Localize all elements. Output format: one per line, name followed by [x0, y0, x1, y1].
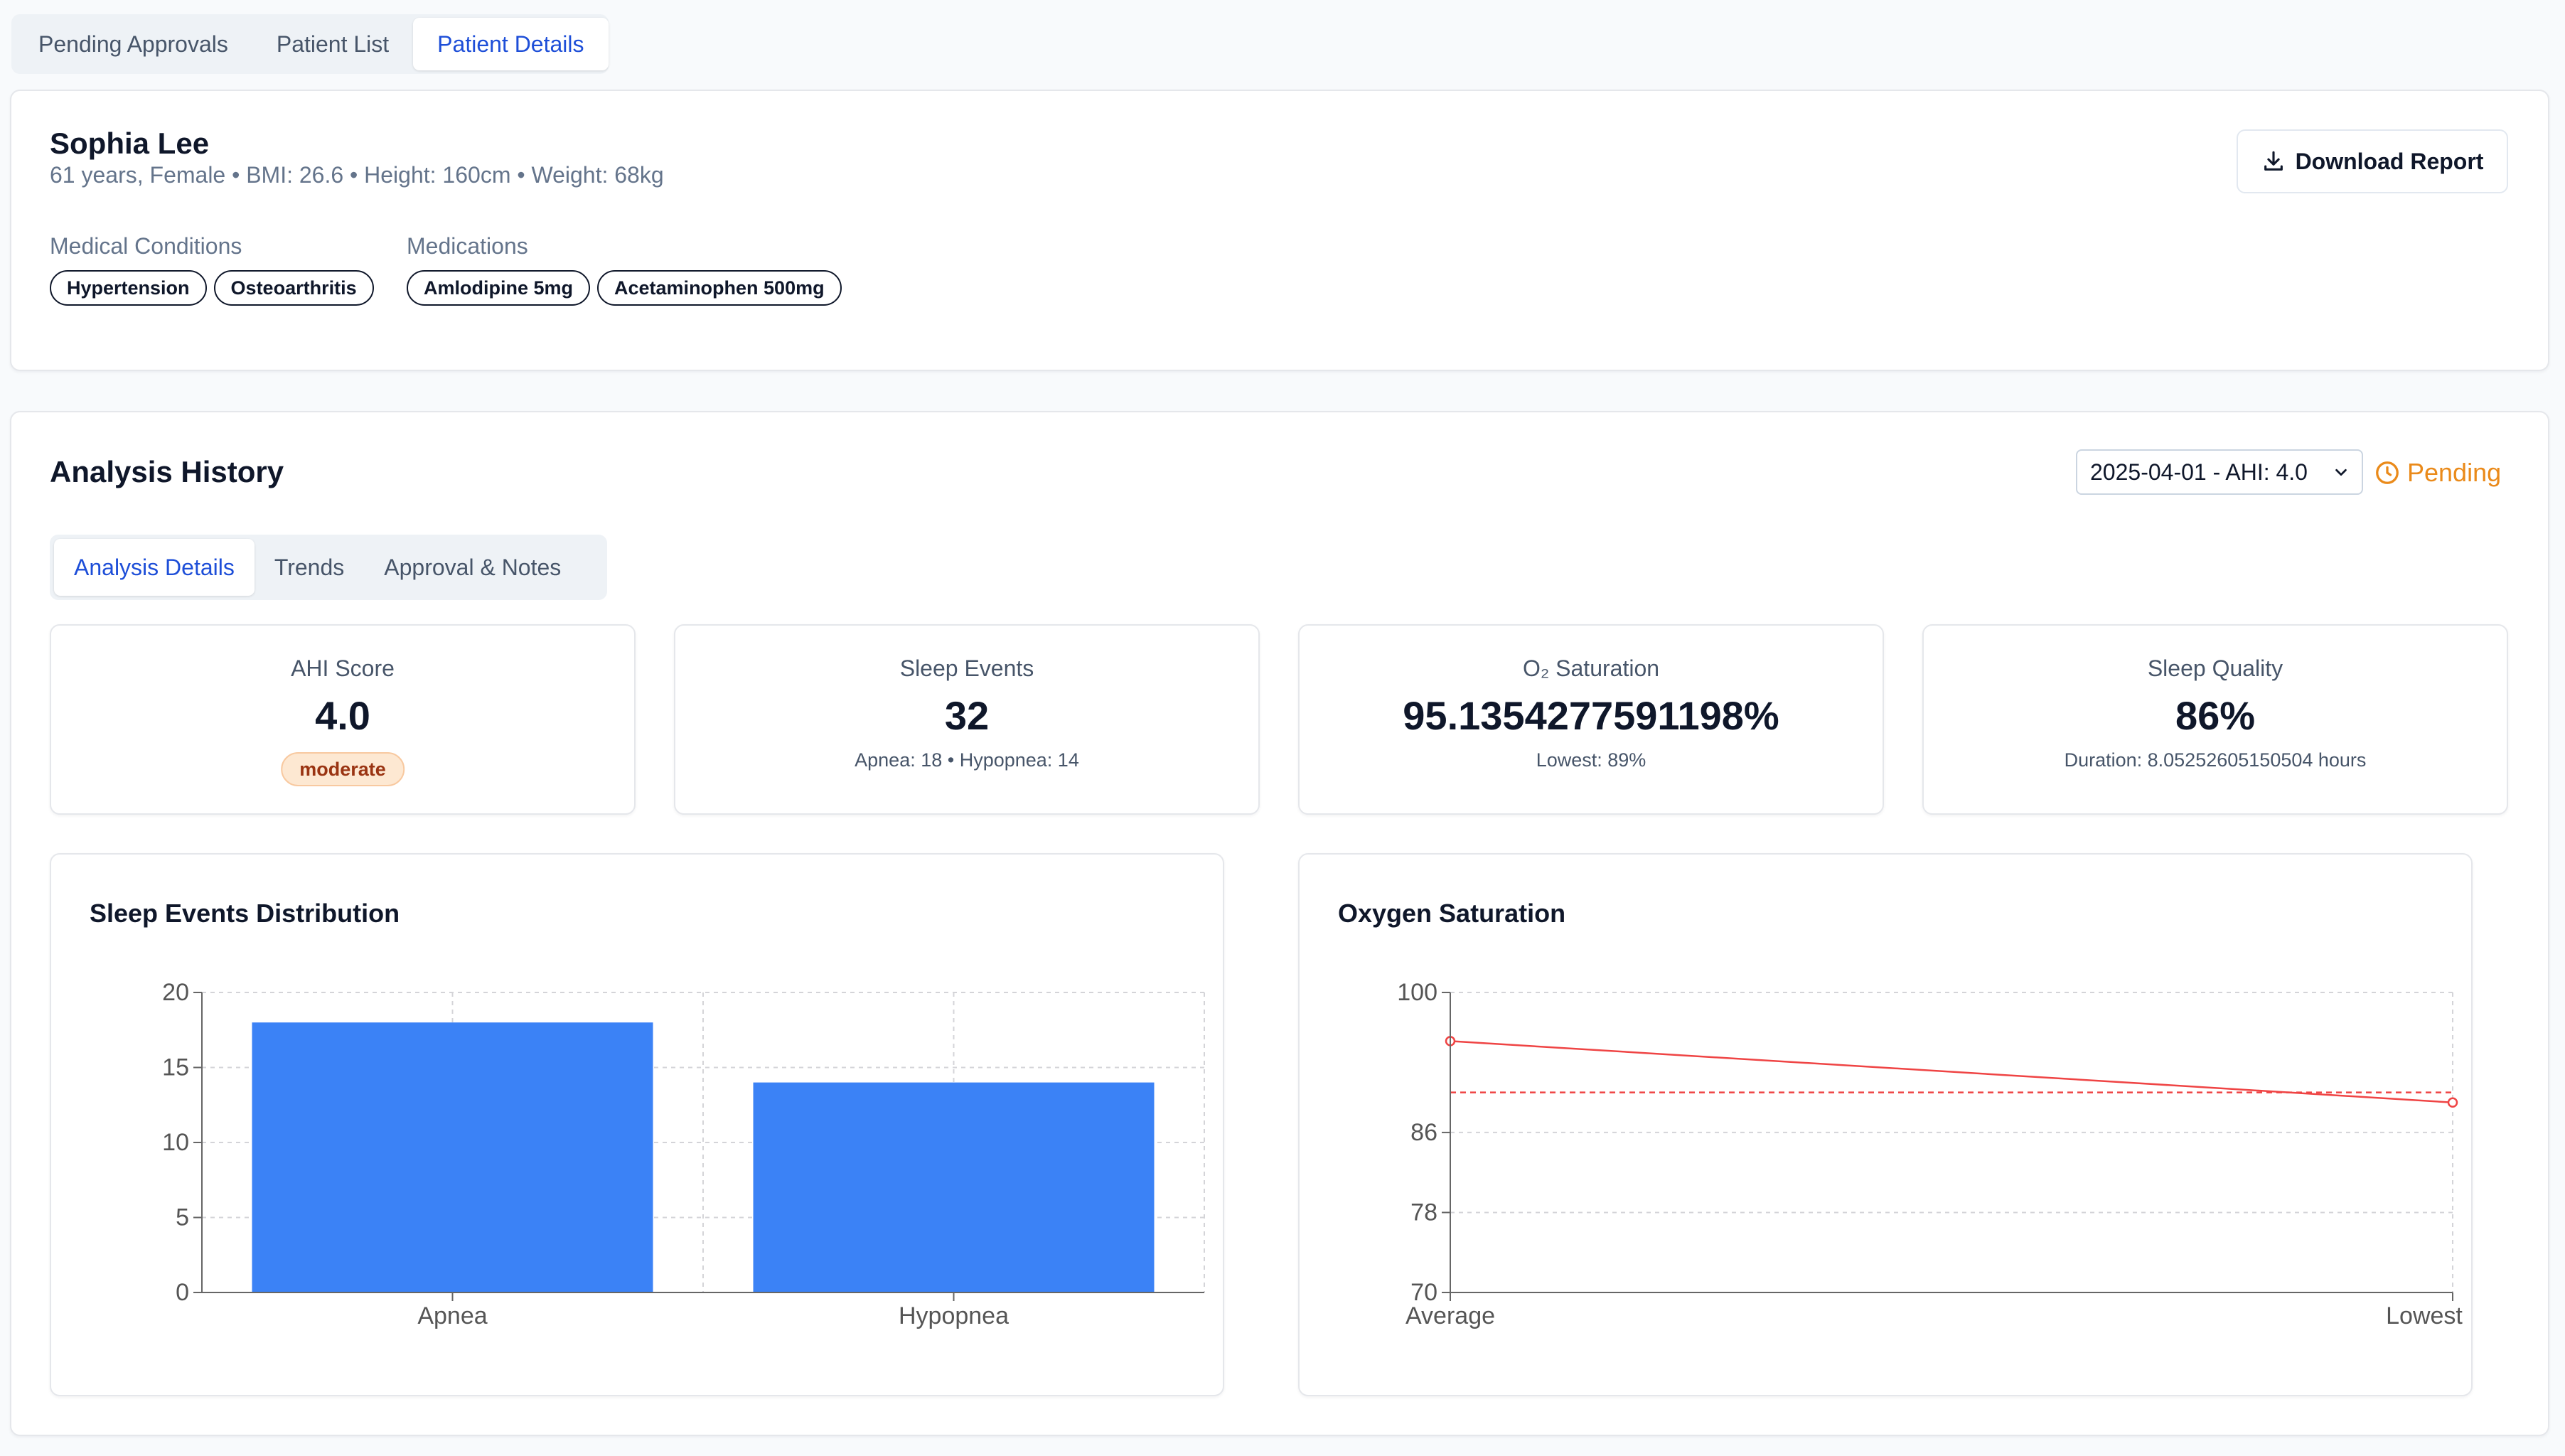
y-tick-label: 20 — [162, 979, 189, 1006]
data-point-lowest — [2447, 1097, 2458, 1108]
x-tick-label: Apnea — [417, 1302, 487, 1329]
stat-sub: Apnea: 18 • Hypopnea: 14 — [855, 749, 1079, 771]
analysis-tab-bar: Analysis Details Trends Approval & Notes — [50, 535, 607, 600]
x-tick-label: Average — [1405, 1302, 1495, 1329]
tab-trends[interactable]: Trends — [255, 539, 364, 596]
y-tick-label: 10 — [162, 1129, 189, 1156]
tab-approval-notes[interactable]: Approval & Notes — [364, 539, 581, 596]
stat-label: O₂ Saturation — [1522, 655, 1660, 681]
chevron-down-icon — [2335, 469, 2347, 476]
stat-value: 4.0 — [315, 693, 370, 738]
condition-chip: Osteoarthritis — [213, 270, 374, 306]
medical-conditions-label: Medical Conditions — [50, 233, 242, 259]
condition-chip: Hypertension — [50, 270, 207, 306]
ahi-score-card: AHI Score 4.0 moderate — [50, 624, 636, 815]
oxygen-saturation-chart: 707886100Average Lowest — [1397, 979, 2463, 1329]
status-badge: Pending — [2374, 458, 2501, 488]
download-report-label: Download Report — [2295, 148, 2484, 174]
sleep-events-chart-card: Sleep Events Distribution 0 5 10 15 20 Apnea H… — [50, 853, 1224, 1396]
medications-label: Medications — [407, 233, 528, 259]
analysis-title: Analysis History — [50, 455, 284, 488]
tab-analysis-details[interactable]: Analysis Details — [54, 539, 255, 596]
medication-chip: Amlodipine 5mg — [407, 270, 591, 306]
stat-value: 95.1354277591198% — [1403, 693, 1779, 738]
y-tick-label: 5 — [176, 1204, 189, 1231]
stat-label: Sleep Events — [899, 655, 1034, 681]
tab-patient-details[interactable]: Patient Details — [413, 18, 609, 70]
conditions-list: Hypertension Osteoarthritis — [50, 270, 374, 306]
x-tick-label: Lowest — [2386, 1302, 2463, 1329]
top-tab-bar: Pending Approvals Patient List Patient D… — [11, 14, 609, 74]
y-tick-label: 100 — [1397, 979, 1437, 1006]
analysis-select-value: 2025-04-01 - AHI: 4.0 — [2090, 459, 2308, 485]
sleep-events-chart: 0 5 10 15 20 Apnea Hypopnea — [162, 979, 1205, 1329]
severity-badge: moderate — [281, 752, 405, 786]
tab-pending-approvals[interactable]: Pending Approvals — [14, 18, 252, 70]
sleep-events-card: Sleep Events 32 Apnea: 18 • Hypopnea: 14 — [674, 624, 1260, 815]
patient-name: Sophia Lee — [50, 127, 210, 160]
bar-apnea — [252, 1022, 653, 1292]
status-text: Pending — [2407, 458, 2502, 487]
medications-list: Amlodipine 5mg Acetaminophen 500mg — [407, 270, 842, 306]
patient-info: 61 years, Female • BMI: 26.6 • Height: 1… — [50, 162, 664, 188]
sleep-quality-card: Sleep Quality 86% Duration: 8.0525260515… — [1922, 624, 2508, 815]
tab-patient-list[interactable]: Patient List — [252, 18, 413, 70]
download-icon — [2264, 151, 2283, 171]
x-tick-label: Hypopnea — [899, 1302, 1009, 1329]
download-report-button[interactable]: Download Report — [2237, 129, 2508, 193]
stat-label: AHI Score — [291, 655, 395, 681]
y-tick-label: 78 — [1410, 1199, 1437, 1226]
medication-chip: Acetaminophen 500mg — [597, 270, 842, 306]
stat-label: Sleep Quality — [2147, 655, 2283, 681]
stat-value: 32 — [944, 693, 990, 738]
y-tick-label: 0 — [176, 1279, 189, 1306]
bar-hypopnea — [753, 1082, 1155, 1292]
stat-sub: Lowest: 89% — [1536, 749, 1646, 771]
oxygen-saturation-chart-card: Oxygen Saturation 70 78 86 100 Average Lowest — [1298, 853, 2473, 1396]
y-tick-label: 15 — [162, 1054, 189, 1081]
analysis-select[interactable]: 2025-04-01 - AHI: 4.0 — [2076, 449, 2363, 495]
stat-value: 86% — [2175, 693, 2256, 738]
patient-card — [10, 90, 2549, 371]
o2-saturation-card: O₂ Saturation 95.1354277591198% Lowest: … — [1298, 624, 1884, 815]
clock-icon — [2376, 461, 2399, 484]
y-tick-label: 86 — [1410, 1119, 1437, 1146]
stat-sub: Duration: 8.05252605150504 hours — [2064, 749, 2367, 771]
